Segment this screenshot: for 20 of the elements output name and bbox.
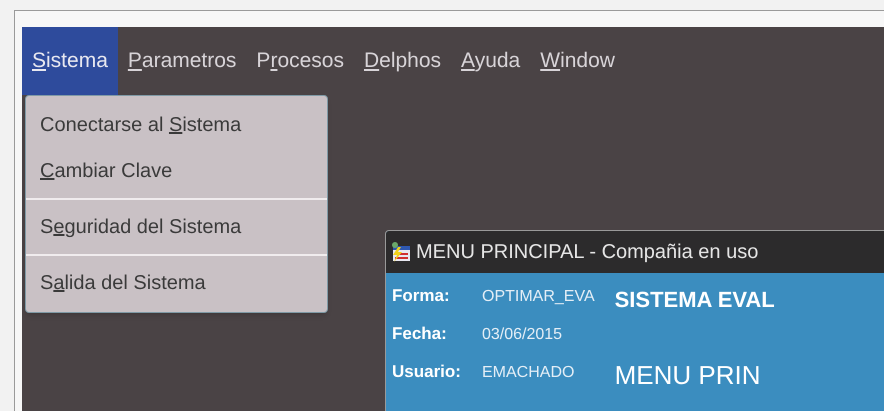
heading: SISTEMA EVAL: [614, 286, 775, 314]
heading: MENU PRIN: [614, 359, 762, 392]
dropdown-item[interactable]: Salida del Sistema: [26, 260, 327, 306]
field-value: EMACHADO: [482, 363, 574, 383]
menu-item[interactable]: Parametros: [118, 27, 246, 95]
menu-item[interactable]: Procesos: [246, 27, 354, 95]
dropdown-item[interactable]: Seguridad del Sistema: [26, 204, 327, 250]
field-value: OPTIMAR_EVA: [482, 287, 595, 307]
application-icon: [390, 241, 412, 263]
field-label: Fecha:: [392, 323, 448, 345]
menu-item[interactable]: Window: [530, 27, 625, 95]
field-label: Usuario:: [392, 361, 462, 383]
window-title: MENU PRINCIPAL - Compañia en uso: [416, 240, 758, 265]
menu-item[interactable]: Sistema: [22, 27, 118, 95]
field-value: 03/06/2015: [482, 325, 562, 345]
dropdown-item[interactable]: Conectarse al Sistema: [26, 102, 327, 148]
field-label: Forma:: [392, 285, 451, 307]
dropdown-item[interactable]: Cambiar Clave: [26, 148, 327, 194]
menu-item[interactable]: Ayuda: [451, 27, 530, 95]
menu-item[interactable]: Delphos: [354, 27, 452, 95]
